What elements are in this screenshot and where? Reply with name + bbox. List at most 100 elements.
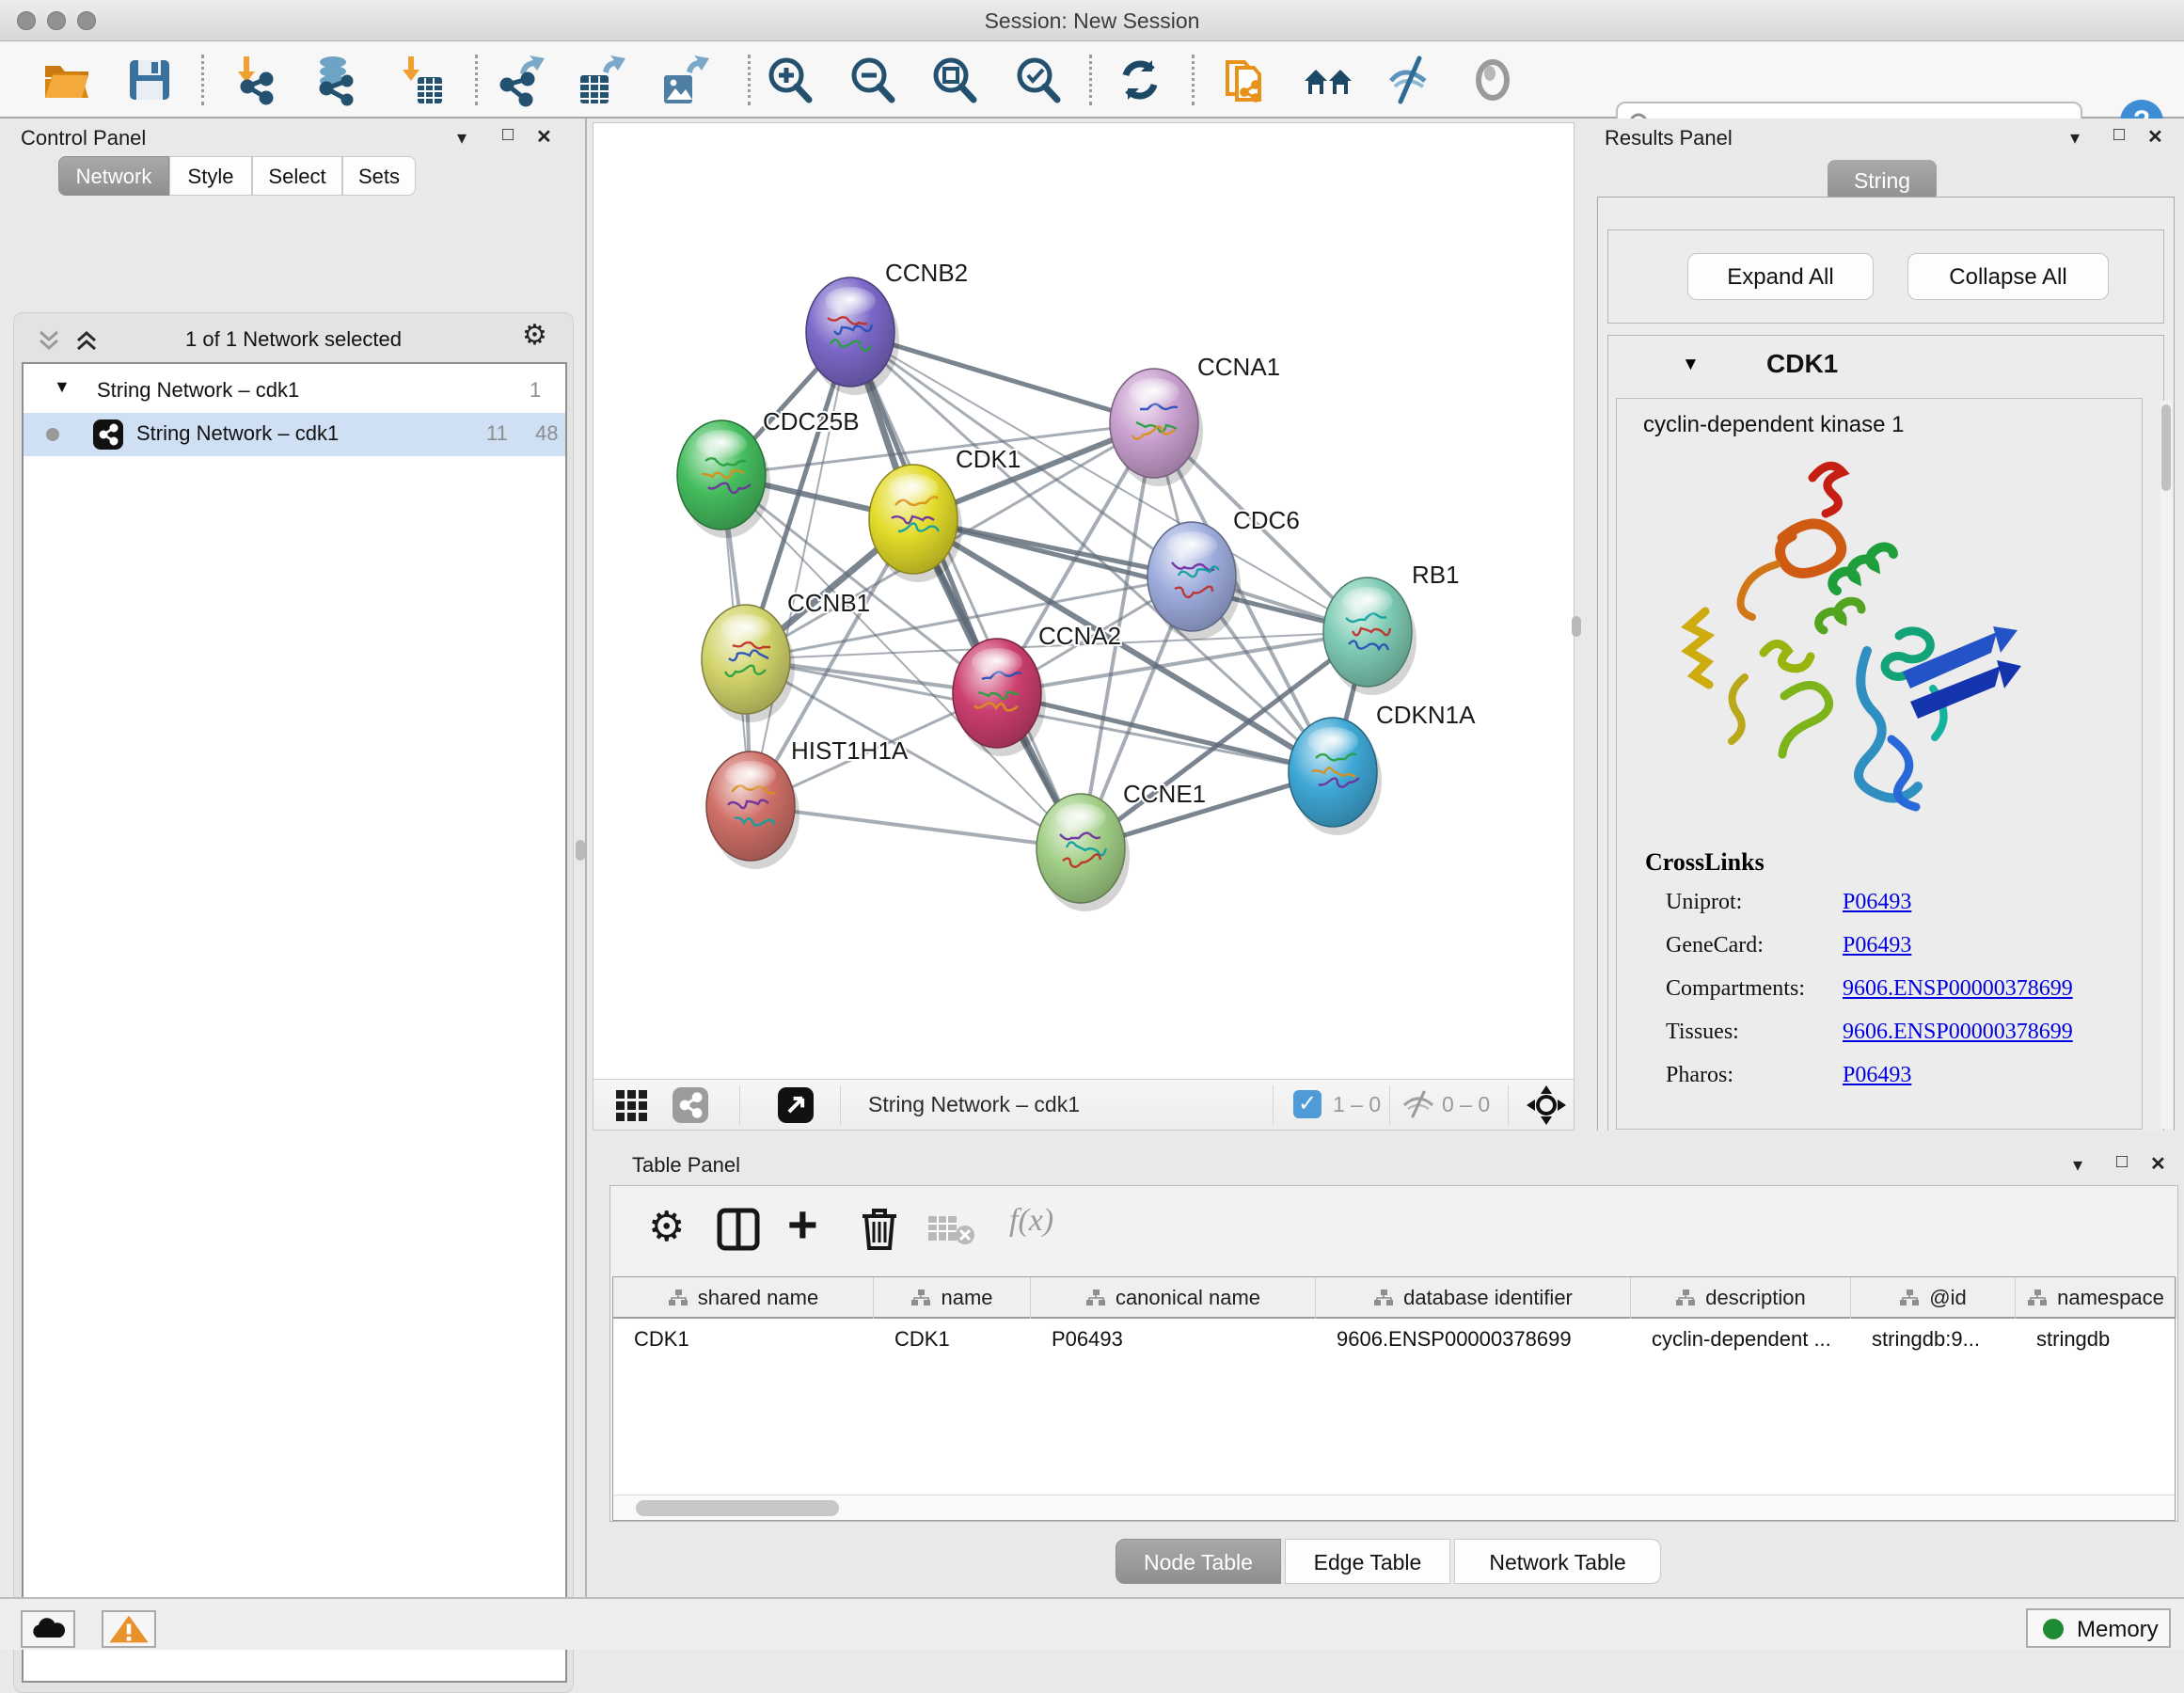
export-table-icon[interactable] xyxy=(573,53,627,107)
table-cell[interactable]: stringdb xyxy=(2016,1319,2176,1360)
string-network-icon xyxy=(93,419,123,450)
collapse-all-networks-icon[interactable] xyxy=(35,328,63,353)
edge-CCNB2-CCNE1[interactable] xyxy=(850,332,1081,848)
table-toolbar: ⚙ + f(x) xyxy=(610,1186,2177,1276)
table-hscrollbar[interactable] xyxy=(612,1495,2176,1521)
tab-network-table[interactable]: Network Table xyxy=(1454,1539,1661,1584)
expand-all-button[interactable]: Expand All xyxy=(1687,253,1874,300)
table-cell[interactable]: P06493 xyxy=(1031,1319,1316,1360)
results-tab-string[interactable]: String xyxy=(1828,160,1937,201)
memory-button[interactable]: Memory xyxy=(2026,1608,2171,1648)
table-panel-float-icon[interactable]: □ xyxy=(2116,1151,2128,1173)
control-panel-collapse-icon[interactable]: ▾ xyxy=(457,126,467,150)
hidden-eye-icon[interactable] xyxy=(1401,1090,1436,1118)
network-overview-icon[interactable] xyxy=(673,1087,708,1123)
control-panel-float-icon[interactable]: □ xyxy=(502,124,514,146)
tab-select[interactable]: Select xyxy=(252,156,342,196)
table-cell[interactable]: stringdb:9... xyxy=(1851,1319,2016,1360)
zoom-in-icon[interactable] xyxy=(762,53,816,107)
refresh-icon[interactable] xyxy=(1113,53,1167,107)
delete-columns-icon[interactable] xyxy=(857,1205,902,1252)
open-session-icon[interactable] xyxy=(40,53,94,107)
node-label-CDC6: CDC6 xyxy=(1233,506,1300,534)
column-header-name[interactable]: name xyxy=(874,1277,1031,1319)
control-panel-title: Control Panel xyxy=(21,126,146,150)
copy-network-style-icon[interactable] xyxy=(1218,53,1273,107)
table-row[interactable]: CDK1CDK1P064939606.ENSP00000378699cyclin… xyxy=(613,1319,2175,1360)
node-label-CDC25B: CDC25B xyxy=(763,407,860,435)
crosslink-link[interactable]: 9606.ENSP00000378699 xyxy=(1843,1020,2073,1045)
edge-HIST1H1A-CCNE1[interactable] xyxy=(751,806,1081,848)
memory-label: Memory xyxy=(2077,1617,2159,1643)
network-row[interactable]: String Network – cdk1 11 48 xyxy=(24,413,565,456)
collection-expand-icon[interactable]: ▼ xyxy=(54,377,71,397)
expand-all-networks-icon[interactable] xyxy=(72,328,101,353)
network-collection-row[interactable]: ▼ String Network – cdk1 1 xyxy=(24,370,565,413)
control-panel-close-icon[interactable]: ✕ xyxy=(536,125,552,149)
table-hscrollbar-thumb[interactable] xyxy=(636,1500,839,1516)
results-scrollbar-thumb[interactable] xyxy=(2161,404,2171,491)
right-splitter-handle[interactable] xyxy=(1572,616,1581,637)
node-label-CDK1: CDK1 xyxy=(956,445,1021,473)
create-column-icon[interactable]: + xyxy=(787,1194,818,1255)
collapse-all-button[interactable]: Collapse All xyxy=(1907,253,2109,300)
hide-unhide-icon[interactable] xyxy=(1384,53,1438,107)
table-cell[interactable]: CDK1 xyxy=(874,1319,1031,1360)
table-panel-close-icon[interactable]: ✕ xyxy=(2150,1152,2166,1176)
left-splitter-handle[interactable] xyxy=(576,840,585,861)
warning-status-button[interactable] xyxy=(102,1610,156,1648)
show-columns-icon[interactable] xyxy=(716,1207,761,1252)
tab-style[interactable]: Style xyxy=(169,156,252,196)
toolbar-separator xyxy=(475,55,478,105)
table-cell[interactable]: 9606.ENSP00000378699 xyxy=(1316,1319,1631,1360)
cloud-status-button[interactable] xyxy=(21,1610,75,1648)
column-header-sharedname[interactable]: shared name xyxy=(613,1277,874,1319)
column-header-namespace[interactable]: namespace xyxy=(2016,1277,2176,1319)
export-network-icon[interactable] xyxy=(492,53,546,107)
function-builder-icon[interactable]: f(x) xyxy=(1009,1203,1053,1239)
network-options-gear-icon[interactable]: ⚙ xyxy=(522,317,547,355)
crosslink-link[interactable]: P06493 xyxy=(1843,1063,1911,1088)
results-panel-close-icon[interactable]: ✕ xyxy=(2147,125,2163,149)
birdseye-view-icon[interactable] xyxy=(778,1087,814,1123)
results-panel-float-icon[interactable]: □ xyxy=(2113,124,2125,146)
home-networks-icon[interactable] xyxy=(1301,53,1355,107)
toolbar-separator xyxy=(1089,55,1092,105)
table-panel-collapse-icon[interactable]: ▾ xyxy=(2073,1153,2082,1177)
table-cell[interactable]: CDK1 xyxy=(613,1319,874,1360)
network-node-count: 11 xyxy=(486,421,508,446)
fit-selected-icon[interactable] xyxy=(1527,1085,1566,1125)
grid-view-icon[interactable] xyxy=(614,1088,650,1122)
delete-table-icon[interactable] xyxy=(926,1212,977,1246)
crosslink-link[interactable]: 9606.ENSP00000378699 xyxy=(1843,976,2073,1002)
table-cell[interactable]: cyclin-dependent ... xyxy=(1631,1319,1851,1360)
node-label-HIST1H1A: HIST1H1A xyxy=(791,736,909,765)
column-header-id[interactable]: @id xyxy=(1851,1277,2016,1319)
column-header-description[interactable]: description xyxy=(1631,1277,1851,1319)
import-network-icon[interactable] xyxy=(229,53,283,107)
zoom-out-icon[interactable] xyxy=(845,53,899,107)
save-session-icon[interactable] xyxy=(122,53,177,107)
tab-network[interactable]: Network xyxy=(58,156,169,196)
zoom-selected-icon[interactable] xyxy=(1010,53,1065,107)
network-canvas[interactable]: CCNB2CCNA1CDC25BCDK1CDC6RB1CCNB1CCNA2CDK… xyxy=(593,123,1574,1079)
table-settings-gear-icon[interactable]: ⚙ xyxy=(648,1203,685,1251)
crosslink-link[interactable]: P06493 xyxy=(1843,933,1911,958)
export-image-icon[interactable] xyxy=(655,53,709,107)
gene-collapse-icon[interactable]: ▼ xyxy=(1682,355,1700,375)
column-header-canonicalname[interactable]: canonical name xyxy=(1031,1277,1316,1319)
column-header-databaseidentifier[interactable]: database identifier xyxy=(1316,1277,1631,1319)
tab-sets[interactable]: Sets xyxy=(342,156,416,196)
results-panel-collapse-icon[interactable]: ▾ xyxy=(2070,126,2080,150)
string-results-container: Expand All Collapse All ▼ CDK1 cyclin-de… xyxy=(1597,197,2175,1178)
import-table-icon[interactable] xyxy=(393,53,448,107)
tab-node-table[interactable]: Node Table xyxy=(1116,1539,1281,1584)
edge-CCNB2-HIST1H1A[interactable] xyxy=(751,332,850,806)
zoom-fit-icon[interactable] xyxy=(926,53,981,107)
show-graphics-details-icon[interactable] xyxy=(1465,53,1520,107)
results-scrollbar[interactable] xyxy=(2160,401,2172,1129)
selected-nodes-checkbox[interactable]: ✓ xyxy=(1293,1090,1321,1118)
crosslink-link[interactable]: P06493 xyxy=(1843,890,1911,915)
tab-edge-table[interactable]: Edge Table xyxy=(1285,1539,1450,1584)
import-network-from-database-icon[interactable] xyxy=(308,53,362,107)
